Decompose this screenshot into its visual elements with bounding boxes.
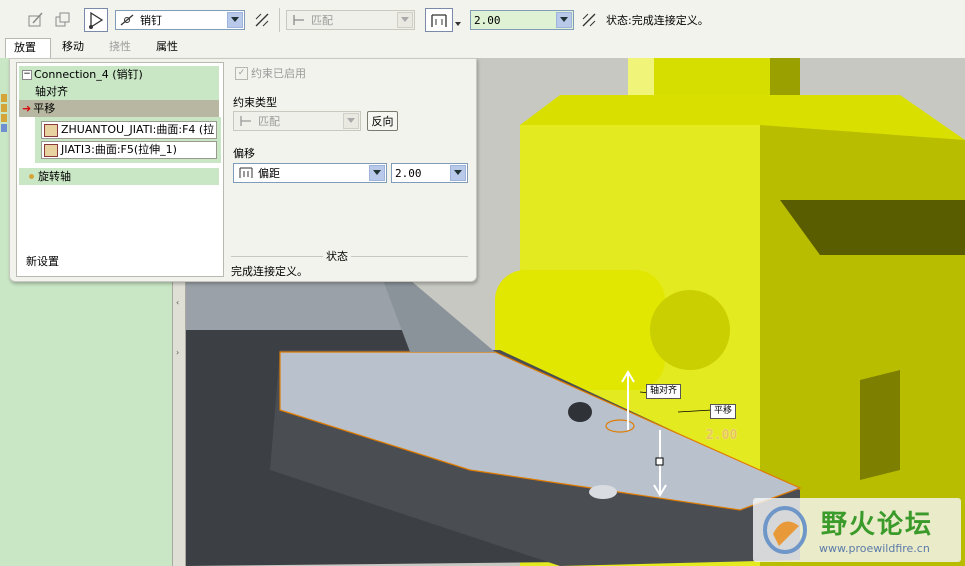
arrow-right-icon: ➜ xyxy=(22,102,32,115)
offset-mode-icon[interactable] xyxy=(425,8,453,32)
reference-1-label: ZHUANTOU_JIATI:曲面:F4 (拉 xyxy=(61,123,215,136)
status-heading: 状态 xyxy=(323,248,351,264)
chevron-down-icon[interactable] xyxy=(450,165,466,181)
offset-label: 偏移 xyxy=(233,147,255,160)
watermark-url: www.proewildfire.cn xyxy=(819,542,930,555)
part-surface-icon xyxy=(44,123,58,137)
offset-mode-dropdown-icon[interactable] xyxy=(455,16,461,29)
translate-label: 平移 xyxy=(33,102,56,115)
checkbox-icon: ✓ xyxy=(235,66,248,80)
collapse-icon[interactable]: − xyxy=(22,70,32,80)
reference-2-label: JIATI3:曲面:F5(拉伸_1) xyxy=(61,143,177,156)
pin-joint-icon xyxy=(120,14,134,26)
connection-type-value: 销钉 xyxy=(140,14,162,27)
rigid-assembly-icon[interactable] xyxy=(23,8,47,32)
dashboard-tabs: 放置 移动 挠性 属性 xyxy=(0,38,965,58)
panel-offset-value: 2.00 xyxy=(395,166,422,180)
chevron-down-icon[interactable] xyxy=(556,12,572,28)
axis-align-tag: 轴对齐 xyxy=(646,384,682,399)
dashboard-toolbar: 销钉 匹配 2.00 状态:完成连接定义。 xyxy=(0,0,965,39)
connection-type-select[interactable]: 销钉 xyxy=(115,10,245,30)
expand-arrow-icon[interactable]: › xyxy=(176,348,179,357)
constraint-type-select[interactable]: 匹配 xyxy=(286,10,415,30)
tab-placement[interactable]: 放置 xyxy=(5,38,51,58)
mate-constraint-icon xyxy=(240,116,251,126)
collapse-arrow-icon[interactable]: ‹ xyxy=(176,298,179,307)
panel-constraint-type-value: 匹配 xyxy=(258,115,280,128)
chevron-down-icon xyxy=(343,113,359,129)
axis-align-label: 轴对齐 xyxy=(35,85,68,98)
mate-constraint-icon xyxy=(293,15,304,25)
rotation-axis-label: 旋转轴 xyxy=(38,170,71,183)
rotation-axis-node[interactable]: 旋转轴 xyxy=(19,168,219,185)
part-surface-icon xyxy=(44,143,58,157)
chevron-down-icon[interactable] xyxy=(227,12,243,28)
bullet-icon xyxy=(29,174,34,179)
constraint-enabled-label: 约束已启用 xyxy=(251,67,306,80)
placement-panel: − Connection_4 (销钉) 轴对齐 ➜ 平移 ZHUANTOU_JIAT… xyxy=(9,58,477,282)
offset-value: 2.00 xyxy=(474,13,501,27)
copy-components-icon[interactable] xyxy=(51,8,75,32)
constraint-enabled-checkbox: ✓ 约束已启用 xyxy=(235,65,306,81)
panel-constraint-type-select: 匹配 xyxy=(233,111,361,131)
tab-move[interactable]: 移动 xyxy=(54,38,92,58)
forum-watermark: 野火论坛 www.proewildfire.cn xyxy=(753,498,961,562)
tab-flexibility: 挠性 xyxy=(109,40,131,53)
constraint-type-label: 约束类型 xyxy=(233,96,277,109)
constraint-tree[interactable]: − Connection_4 (销钉) 轴对齐 ➜ 平移 ZHUANTOU_JIAT… xyxy=(16,62,224,277)
tab-properties[interactable]: 属性 xyxy=(148,38,186,58)
connection-node[interactable]: − Connection_4 (销钉) xyxy=(19,66,219,83)
translate-tag: 平移 xyxy=(710,404,737,419)
watermark-title: 野火论坛 xyxy=(821,510,934,540)
offset-mode-icon xyxy=(239,167,253,178)
flip-connection-icon[interactable] xyxy=(250,8,274,32)
flip-offset-icon[interactable] xyxy=(577,8,601,32)
mechanism-connection-icon[interactable] xyxy=(84,8,108,32)
offset-dimension[interactable]: 2.00 xyxy=(706,428,737,443)
model-tree-glyphs xyxy=(0,92,8,152)
axis-align-node[interactable]: 轴对齐 xyxy=(19,83,219,100)
reference-collector-1[interactable]: ZHUANTOU_JIATI:曲面:F4 (拉 xyxy=(41,121,217,139)
forum-logo-icon xyxy=(763,506,807,554)
connection-label: Connection_4 (销钉) xyxy=(34,68,143,81)
constraint-type-value: 匹配 xyxy=(311,14,333,27)
offset-mode-select[interactable]: 偏距 xyxy=(233,163,387,183)
panel-offset-value-input[interactable]: 2.00 xyxy=(391,163,468,183)
offset-mode-value: 偏距 xyxy=(258,167,280,180)
chevron-down-icon[interactable] xyxy=(397,12,413,28)
reference-collector-2[interactable]: JIATI3:曲面:F5(拉伸_1) xyxy=(41,141,217,159)
chevron-down-icon[interactable] xyxy=(369,165,385,181)
toolbar-separator xyxy=(279,8,280,32)
offset-value-input[interactable]: 2.00 xyxy=(470,10,574,30)
status-message: 完成连接定义。 xyxy=(231,265,308,278)
translate-node[interactable]: ➜ 平移 xyxy=(19,100,219,117)
status-text: 状态:完成连接定义。 xyxy=(606,14,709,27)
flip-button[interactable]: 反向 xyxy=(367,111,398,131)
new-set-link[interactable]: 新设置 xyxy=(26,253,59,269)
